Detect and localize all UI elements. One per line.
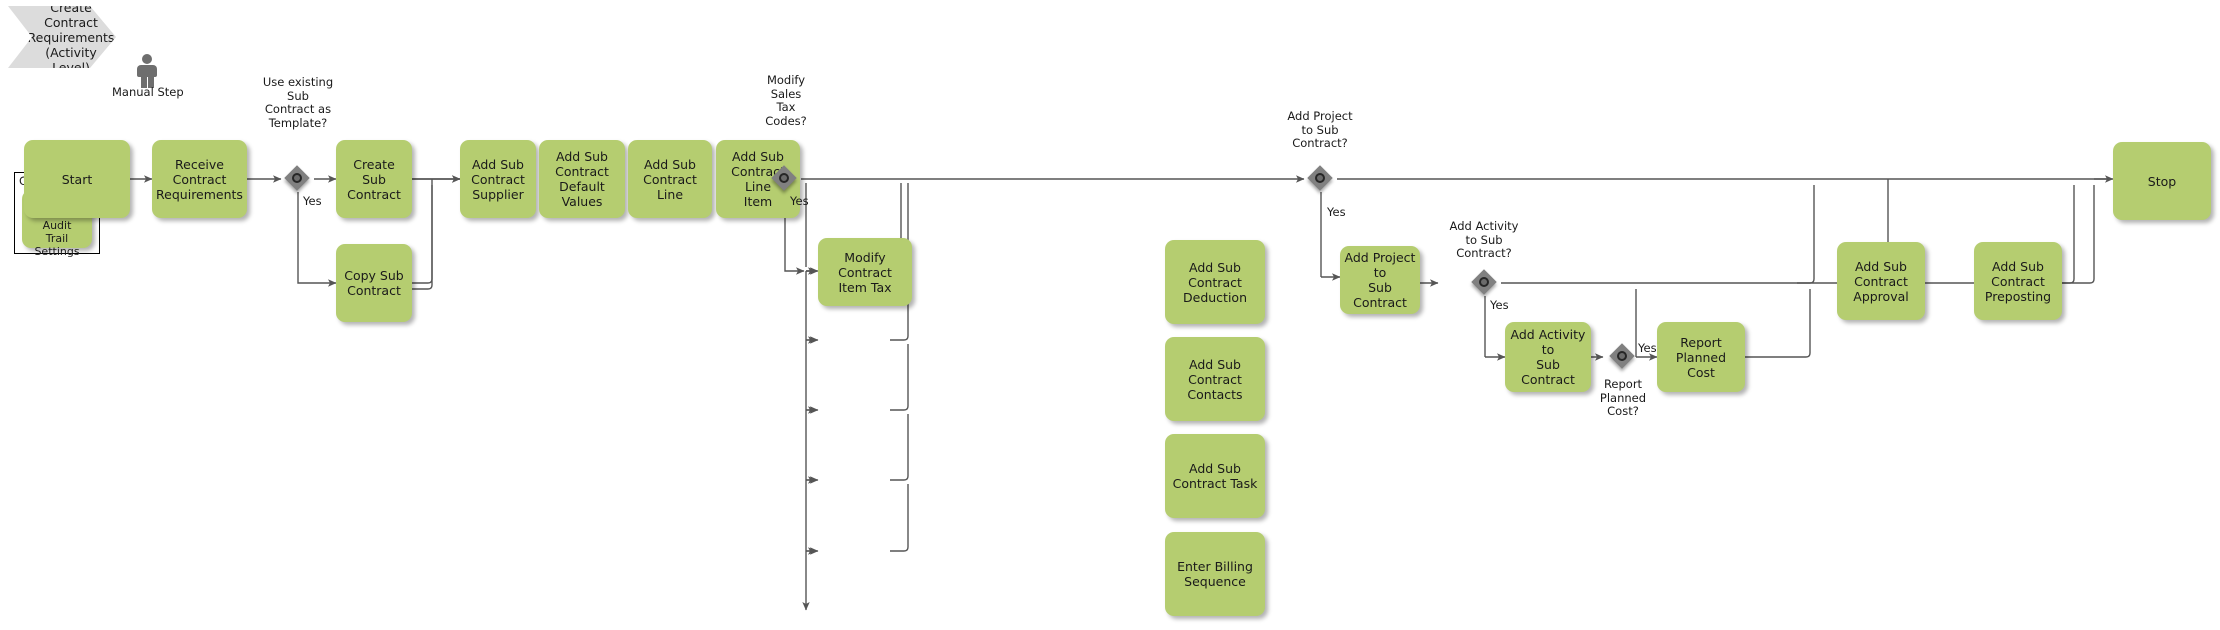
edge-label-yes-project: Yes — [1327, 205, 1346, 219]
task-label: Create Sub Contract — [347, 156, 401, 202]
task-label: Add Sub Contract Task — [1172, 461, 1258, 491]
task-label: Add Activity to Sub Contract — [1510, 327, 1586, 387]
gateway-report-planned-cost[interactable] — [1609, 343, 1636, 370]
gateway-label-use-existing-template: Use existing Sub Contract as Template? — [262, 75, 334, 130]
task-add-sub-contract-approval[interactable]: Add Sub Contract Approval — [1837, 242, 1925, 320]
process-banner: Create Contract Requirements (Activity L… — [8, 6, 116, 68]
task-label: Receive Contract Requirements — [156, 156, 243, 202]
gateway-label-report-planned-cost: Report Planned Cost? — [1599, 377, 1647, 418]
edge-label-yes-activity: Yes — [1490, 298, 1509, 312]
task-modify-contract-item-tax[interactable]: Modify Contract Item Tax — [818, 238, 912, 306]
task-label: Add Sub Contract Deduction — [1183, 259, 1247, 305]
gateway-ring-icon — [1479, 277, 1489, 287]
task-add-sub-contract-line[interactable]: Add Sub Contract Line — [628, 140, 712, 218]
task-label: Add Project to Sub Contract — [1344, 250, 1416, 310]
task-copy-sub-contract[interactable]: Copy Sub Contract — [336, 244, 412, 322]
gateway-ring-icon — [1617, 351, 1627, 361]
task-stop[interactable]: Stop — [2113, 142, 2211, 220]
task-add-project-to-sub-contract[interactable]: Add Project to Sub Contract — [1340, 246, 1420, 314]
task-label: Add Sub Contract Supplier — [471, 156, 525, 202]
actor-body — [137, 65, 157, 77]
task-add-activity-to-sub-contract[interactable]: Add Activity to Sub Contract — [1505, 322, 1591, 392]
task-label: Report Planned Cost — [1675, 334, 1727, 380]
manual-step-actor-icon — [135, 54, 159, 88]
task-label: Add Sub Contract Preposting — [1984, 258, 2052, 304]
process-banner-label: Create Contract Requirements (Activity L… — [27, 0, 115, 75]
actor-head — [142, 54, 152, 64]
edge-label-yes-cost: Yes — [1638, 341, 1657, 355]
gateway-add-project-to-sub-contract[interactable] — [1307, 165, 1334, 192]
task-label: Add Sub Contract Default Values — [555, 149, 609, 209]
task-label: Modify Contract Item Tax — [838, 249, 892, 295]
task-add-sub-contract-preposting[interactable]: Add Sub Contract Preposting — [1974, 242, 2062, 320]
task-label: Stop — [2147, 173, 2177, 189]
task-create-sub-contract[interactable]: Create Sub Contract — [336, 140, 412, 218]
task-report-planned-cost[interactable]: Report Planned Cost — [1657, 322, 1745, 392]
task-add-sub-contract-contacts[interactable]: Add Sub Contract Contacts — [1165, 337, 1265, 421]
task-add-sub-contract-default-values[interactable]: Add Sub Contract Default Values — [539, 140, 625, 218]
gateway-modify-sales-tax-codes[interactable] — [771, 165, 798, 192]
gateway-label-add-activity-to-sub-contract: Add Activity to Sub Contract? — [1449, 219, 1519, 260]
task-add-sub-contract-task[interactable]: Add Sub Contract Task — [1165, 434, 1265, 518]
task-start[interactable]: Start — [24, 140, 130, 218]
task-label: Enter Billing Sequence — [1177, 559, 1253, 589]
gateway-label-add-project-to-sub-contract: Add Project to Sub Contract? — [1287, 109, 1353, 150]
task-receive-contract-requirements[interactable]: Receive Contract Requirements — [152, 140, 247, 218]
task-enter-billing-sequence[interactable]: Enter Billing Sequence — [1165, 532, 1265, 616]
gateway-add-activity-to-sub-contract[interactable] — [1471, 269, 1498, 296]
gateway-ring-icon — [1315, 173, 1325, 183]
task-label: Add Sub Contract Approval — [1853, 258, 1909, 304]
process-flow-diagram: Create Contract Requirements (Activity L… — [0, 0, 2220, 630]
task-label: Add Sub Contract Line — [643, 156, 697, 202]
manual-step-label: Manual Step — [112, 85, 184, 99]
gateway-use-existing-template[interactable] — [284, 165, 311, 192]
edge-label-yes-tax: Yes — [790, 194, 809, 208]
task-label: Start — [61, 171, 93, 187]
edge-label-yes-template: Yes — [303, 194, 322, 208]
task-add-sub-contract-deduction[interactable]: Add Sub Contract Deduction — [1165, 240, 1265, 324]
gateway-ring-icon — [292, 173, 302, 183]
gateway-label-modify-sales-tax-codes: Modify Sales Tax Codes? — [765, 73, 807, 128]
task-label: Copy Sub Contract — [344, 268, 404, 298]
task-add-sub-contract-supplier[interactable]: Add Sub Contract Supplier — [460, 140, 536, 218]
gateway-ring-icon — [779, 173, 789, 183]
task-label: Add Sub Contract Contacts — [1187, 356, 1243, 402]
